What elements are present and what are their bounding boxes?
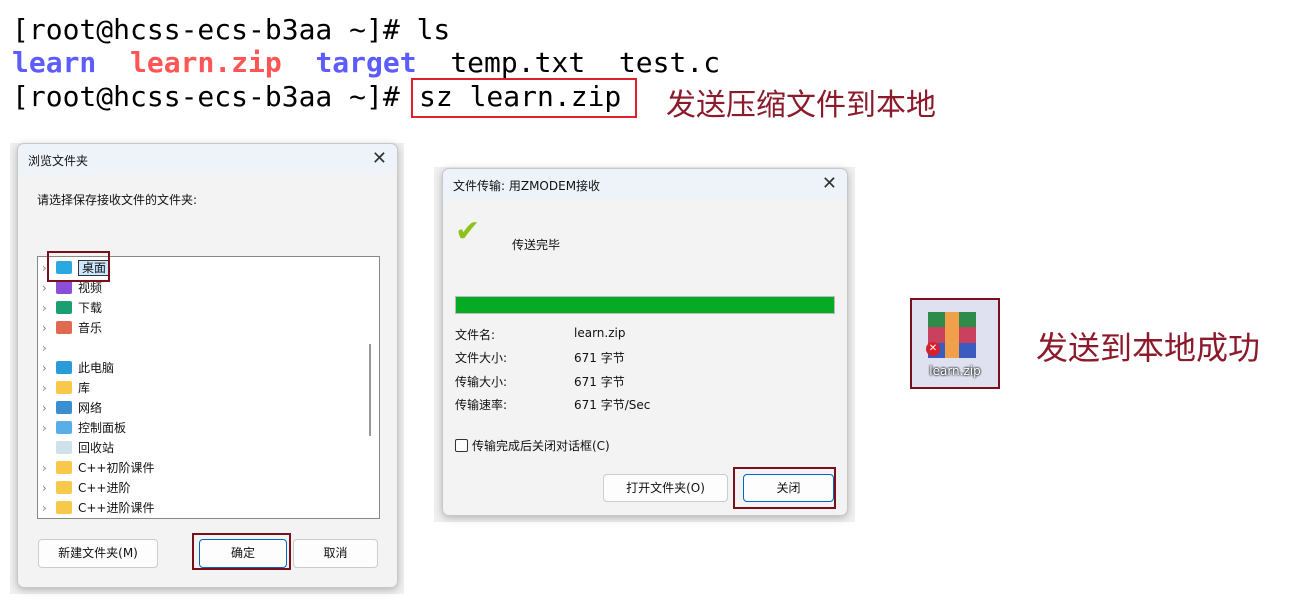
terminal-prompt: [root@hcss-ecs-b3aa ~]# <box>12 80 400 113</box>
ls-item: temp.txt <box>450 46 586 79</box>
chevron-right-icon[interactable]: › <box>42 298 56 318</box>
tree-item-label: 此电脑 <box>78 361 115 375</box>
tree-item[interactable]: › 网络 <box>42 398 102 418</box>
dialog-title: 文件传输: 用ZMODEM接收 <box>453 179 601 193</box>
title-bar: 文件传输: 用ZMODEM接收 ✕ <box>443 169 847 199</box>
ls-item: learn <box>12 46 97 79</box>
computer-icon <box>56 361 72 374</box>
tree-item-label: 网络 <box>78 401 103 415</box>
chevron-right-icon[interactable]: › <box>42 418 56 438</box>
chevron-right-icon[interactable]: › <box>42 458 56 478</box>
control-panel-icon <box>56 421 72 434</box>
tree-item-label: 库 <box>78 381 91 395</box>
field-value: learn.zip <box>574 326 626 340</box>
field-label: 文件名: <box>455 328 496 342</box>
tree-item[interactable]: › C++进阶 <box>42 478 131 498</box>
desktop-highlight <box>47 251 110 282</box>
field-value: 671 字节/Sec <box>574 397 651 412</box>
folder-icon <box>56 481 72 494</box>
tree-item[interactable]: › C++初阶课件 <box>42 458 155 478</box>
tree-item-label: 控制面板 <box>78 421 127 435</box>
checkbox-label: 传输完成后关闭对话框(C) <box>472 439 610 453</box>
chevron-right-icon[interactable]: › <box>42 338 56 358</box>
chevron-right-icon[interactable]: › <box>42 398 56 418</box>
terminal-line-ls: [root@hcss-ecs-b3aa ~]# ls <box>12 13 451 46</box>
chevron-right-icon[interactable]: › <box>42 358 56 378</box>
transfer-status: 传送完毕 <box>512 238 561 252</box>
close-icon[interactable]: ✕ <box>372 148 387 169</box>
tree-item-label: C++初阶课件 <box>78 461 155 475</box>
close-highlight <box>733 467 836 509</box>
close-icon[interactable]: ✕ <box>822 173 837 194</box>
scrollbar[interactable] <box>369 344 371 436</box>
tree-item[interactable]: › <box>42 338 56 358</box>
folder-icon <box>56 461 72 474</box>
tree-item-label: C++进阶课件 <box>78 501 155 515</box>
field-label: 传输大小: <box>455 374 508 389</box>
tree-item[interactable]: › 此电脑 <box>42 358 114 378</box>
chevron-right-icon[interactable]: › <box>42 318 56 338</box>
checkmark-icon: ✔ <box>455 214 481 249</box>
field-value: 671 字节 <box>574 351 625 366</box>
ls-output: learn learn.zip target temp.txt test.c <box>12 46 720 80</box>
field-label: 传输速率: <box>455 397 508 412</box>
ls-item: test.c <box>618 46 721 79</box>
folder-tree[interactable]: › 桌面 › 视频 › 下载 › 音乐 › › 此电脑 › 库 › 网络 › 控制面板 回收站 › C++初阶课件 › C… <box>37 256 380 519</box>
tree-item-label: 音乐 <box>78 321 103 335</box>
zmodem-transfer-dialog: 文件传输: 用ZMODEM接收 ✕ ✔ 传送完毕 文件名: learn.zip 文件大… <box>442 168 848 516</box>
field-value: 671 字节 <box>574 374 625 389</box>
error-badge-icon: ✕ <box>926 342 940 356</box>
command-highlight <box>411 78 637 118</box>
dialog-title: 浏览文件夹 <box>28 154 89 168</box>
network-icon <box>56 401 72 414</box>
tree-item-label: 视频 <box>78 281 103 295</box>
tree-item-label: C++进阶 <box>78 481 131 495</box>
dialog-prompt: 请选择保存接收文件的文件夹: <box>37 193 198 207</box>
field-label: 文件大小: <box>455 351 508 366</box>
tree-item[interactable]: › 控制面板 <box>42 418 126 438</box>
chevron-right-icon[interactable]: › <box>42 498 56 518</box>
music-icon <box>56 321 72 334</box>
tree-item[interactable]: › C++进阶课件 <box>42 498 155 518</box>
chevron-right-icon[interactable]: › <box>42 478 56 498</box>
tree-item-label: 下载 <box>78 301 103 315</box>
browse-folder-dialog: 浏览文件夹 ✕ 请选择保存接收文件的文件夹: › 桌面 › 视频 › 下载 › 音乐 › › 此电脑 ›… <box>17 143 398 588</box>
title-bar: 浏览文件夹 ✕ <box>18 144 397 174</box>
progress-bar <box>455 296 835 314</box>
download-icon <box>56 301 72 314</box>
desktop-file-learn-zip[interactable]: ✕ learn.zip <box>910 298 1000 389</box>
cancel-button[interactable]: 取消 <box>293 539 378 568</box>
progress-fill <box>456 297 834 313</box>
open-folder-button[interactable]: 打开文件夹(O) <box>603 474 728 502</box>
folder-icon <box>56 381 72 394</box>
ls-item: target <box>315 46 417 79</box>
tree-item[interactable]: › 音乐 <box>42 318 102 338</box>
ok-highlight <box>192 533 291 570</box>
chevron-right-icon[interactable]: › <box>42 378 56 398</box>
file-name: learn.zip <box>929 364 981 378</box>
video-icon <box>56 281 72 294</box>
tree-item[interactable]: › 库 <box>42 378 90 398</box>
annotation-success: 发送到本地成功 <box>1036 329 1261 367</box>
folder-icon <box>56 501 72 514</box>
tree-item-label: 回收站 <box>78 441 115 455</box>
tree-item[interactable]: › 下载 <box>42 298 102 318</box>
tree-item[interactable]: 回收站 <box>42 438 114 458</box>
winrar-archive-icon: ✕ <box>926 312 976 358</box>
recycle-bin-icon <box>56 441 72 454</box>
checkbox-box[interactable] <box>455 439 468 452</box>
ls-item: learn.zip <box>130 46 282 79</box>
close-on-complete-checkbox[interactable]: 传输完成后关闭对话框(C) <box>455 437 610 454</box>
new-folder-button[interactable]: 新建文件夹(M) <box>38 539 158 568</box>
annotation-send: 发送压缩文件到本地 <box>666 88 936 123</box>
